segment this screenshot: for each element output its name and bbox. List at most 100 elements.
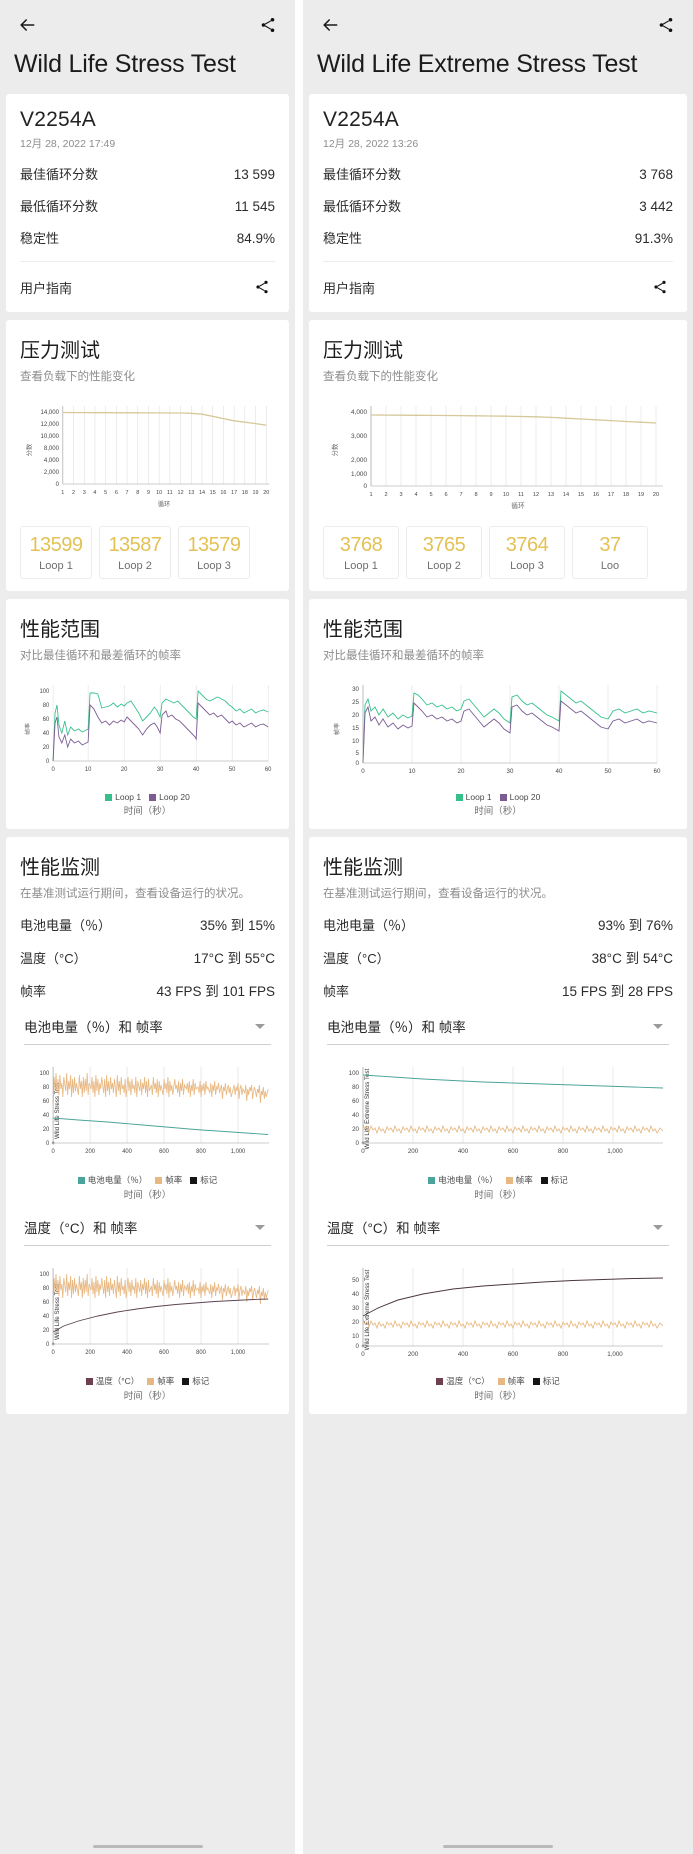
loop-chip[interactable]: 37 Loo [572, 526, 648, 579]
section-subtitle: 在基准测试运行期间，查看设备运行的状况。 [323, 888, 553, 900]
svg-text:800: 800 [558, 1351, 569, 1358]
share-icon[interactable] [249, 274, 275, 300]
left-hero-header: Wild Life Stress Test [0, 0, 295, 98]
divider [323, 261, 673, 262]
svg-text:20: 20 [43, 1328, 50, 1334]
loop-label: Loop 1 [344, 560, 378, 572]
right-loop-chip-list: 3768 Loop 1 3765 Loop 2 3764 Loop 3 37 L… [323, 526, 673, 579]
right-range-legend: Loop 1 Loop 20 [323, 792, 673, 802]
svg-text:1,000: 1,000 [607, 1148, 623, 1155]
left-performance-range-card: 性能范围 对比最佳循环和最差循环的帧率 1008060 40200 帧率 [6, 599, 289, 829]
back-icon[interactable] [317, 12, 343, 38]
svg-text:0: 0 [51, 1350, 55, 1356]
x-axis-caption: 时间（秒） [474, 1391, 522, 1402]
svg-text:11: 11 [167, 490, 173, 496]
loop-score: 13579 [187, 534, 241, 556]
chevron-down-icon[interactable] [255, 1023, 265, 1029]
summary-row-stability: 稳定性 91.3% [323, 228, 673, 247]
svg-text:1,000: 1,000 [231, 1350, 246, 1356]
loop-score: 3768 [339, 534, 383, 556]
svg-text:2,000: 2,000 [351, 457, 367, 464]
right-summary-card: V2254A 12月 28, 2022 13:26 最佳循环分数 3 768 最… [309, 94, 687, 312]
chevron-down-icon[interactable] [653, 1023, 663, 1029]
loop-chip[interactable]: 13587 Loop 2 [99, 526, 171, 579]
chart-selector-temp-fps[interactable]: 温度（°C）和 帧率 [323, 1217, 673, 1245]
loop-label: Loop 1 [39, 560, 73, 572]
summary-row-best: 最佳循环分数 3 768 [323, 164, 673, 183]
legend-item-battery: 电池电量（％） [77, 1174, 147, 1186]
svg-text:50: 50 [229, 767, 236, 773]
loop-chip[interactable]: 3765 Loop 2 [406, 526, 482, 579]
chart-selector-temp-fps[interactable]: 温度（°C）和 帧率 [20, 1217, 275, 1245]
row-value: 3 442 [639, 199, 673, 214]
svg-text:Wild Life Extreme Stress Test: Wild Life Extreme Stress Test [364, 1269, 371, 1350]
svg-text:分数: 分数 [26, 444, 34, 456]
row-value: 93% 到 76% [597, 918, 673, 933]
loop-chip[interactable]: 3768 Loop 1 [323, 526, 399, 579]
svg-text:0: 0 [363, 483, 367, 490]
loop-chip[interactable]: 13599 Loop 1 [20, 526, 92, 579]
svg-text:0: 0 [356, 1343, 360, 1350]
row-value: 11 545 [234, 199, 275, 214]
loop-label: Loop 2 [118, 560, 152, 572]
svg-text:16: 16 [593, 492, 599, 498]
legend-label: Loop 20 [159, 792, 190, 802]
row-value: 13 599 [233, 167, 275, 182]
svg-text:0: 0 [361, 768, 365, 775]
home-indicator [0, 1845, 295, 1848]
chart-selector-battery-fps[interactable]: 电池电量（％）和 帧率 [323, 1016, 673, 1044]
right-performance-monitor-card: 性能监测 在基准测试运行期间，查看设备运行的状况。 电池电量（％） 93% 到 … [309, 837, 687, 1414]
svg-text:80: 80 [43, 1286, 50, 1292]
svg-text:0: 0 [356, 760, 360, 767]
section-title: 性能范围 [20, 619, 100, 641]
svg-text:400: 400 [458, 1148, 469, 1155]
svg-text:16: 16 [220, 490, 226, 496]
legend-label: Loop 20 [509, 792, 541, 802]
loop-score: 13587 [108, 534, 162, 556]
row-value: 15 FPS 到 28 FPS [561, 984, 673, 999]
svg-text:4,000: 4,000 [44, 457, 60, 464]
row-label: 最佳循环分数 [323, 167, 402, 182]
row-label: 温度（°C） [20, 951, 87, 966]
svg-text:12: 12 [178, 490, 184, 496]
svg-text:19: 19 [638, 492, 644, 498]
svg-text:20: 20 [43, 1127, 50, 1133]
chart-selector-battery-fps[interactable]: 电池电量（％）和 帧率 [20, 1016, 275, 1044]
svg-text:20: 20 [653, 492, 659, 498]
loop-score: 37 [599, 534, 621, 556]
user-guide-row[interactable]: 用户指南 [323, 274, 673, 300]
left-range-legend: Loop 1 Loop 20 [20, 792, 275, 802]
svg-text:20: 20 [458, 768, 465, 775]
chevron-down-icon[interactable] [255, 1224, 265, 1230]
svg-text:100: 100 [349, 1070, 360, 1077]
svg-text:10: 10 [85, 767, 92, 773]
legend-item-marker: 标记 [532, 1375, 560, 1387]
svg-text:18: 18 [242, 490, 248, 496]
dropdown-label: 电池电量（％）和 帧率 [327, 1020, 466, 1035]
svg-text:循环: 循环 [158, 499, 170, 508]
monitor-row-framerate: 帧率 15 FPS 到 28 FPS [323, 980, 673, 1000]
svg-text:20: 20 [352, 712, 359, 719]
legend-item-marker: 标记 [190, 1174, 217, 1186]
left-battery-fps-legend: 电池电量（％） 帧率 标记 [20, 1174, 275, 1186]
share-icon[interactable] [255, 12, 281, 38]
svg-text:17: 17 [608, 492, 614, 498]
svg-text:3,000: 3,000 [351, 433, 367, 440]
loop-chip[interactable]: 3764 Loop 3 [489, 526, 565, 579]
right-temp-fps-chart: 50 40 30 20 10 0 Wild Life Extreme Stress Te… [323, 1260, 673, 1372]
right-hero-header: Wild Life Extreme Stress Test [303, 0, 693, 98]
svg-text:4: 4 [414, 492, 417, 498]
left-topbar [14, 10, 281, 40]
svg-text:40: 40 [352, 1112, 359, 1119]
chevron-down-icon[interactable] [653, 1224, 663, 1230]
svg-text:50: 50 [605, 768, 612, 775]
legend-item-loop20: Loop 20 [149, 792, 190, 802]
monitor-row-temperature: 温度（°C） 38°C 到 54°C [323, 947, 673, 967]
back-icon[interactable] [14, 12, 40, 38]
loop-score: 3764 [505, 534, 549, 556]
share-icon[interactable] [653, 12, 679, 38]
loop-chip[interactable]: 13579 Loop 3 [178, 526, 250, 579]
legend-label: 标记 [200, 1175, 218, 1185]
share-icon[interactable] [647, 274, 673, 300]
user-guide-row[interactable]: 用户指南 [20, 274, 275, 300]
